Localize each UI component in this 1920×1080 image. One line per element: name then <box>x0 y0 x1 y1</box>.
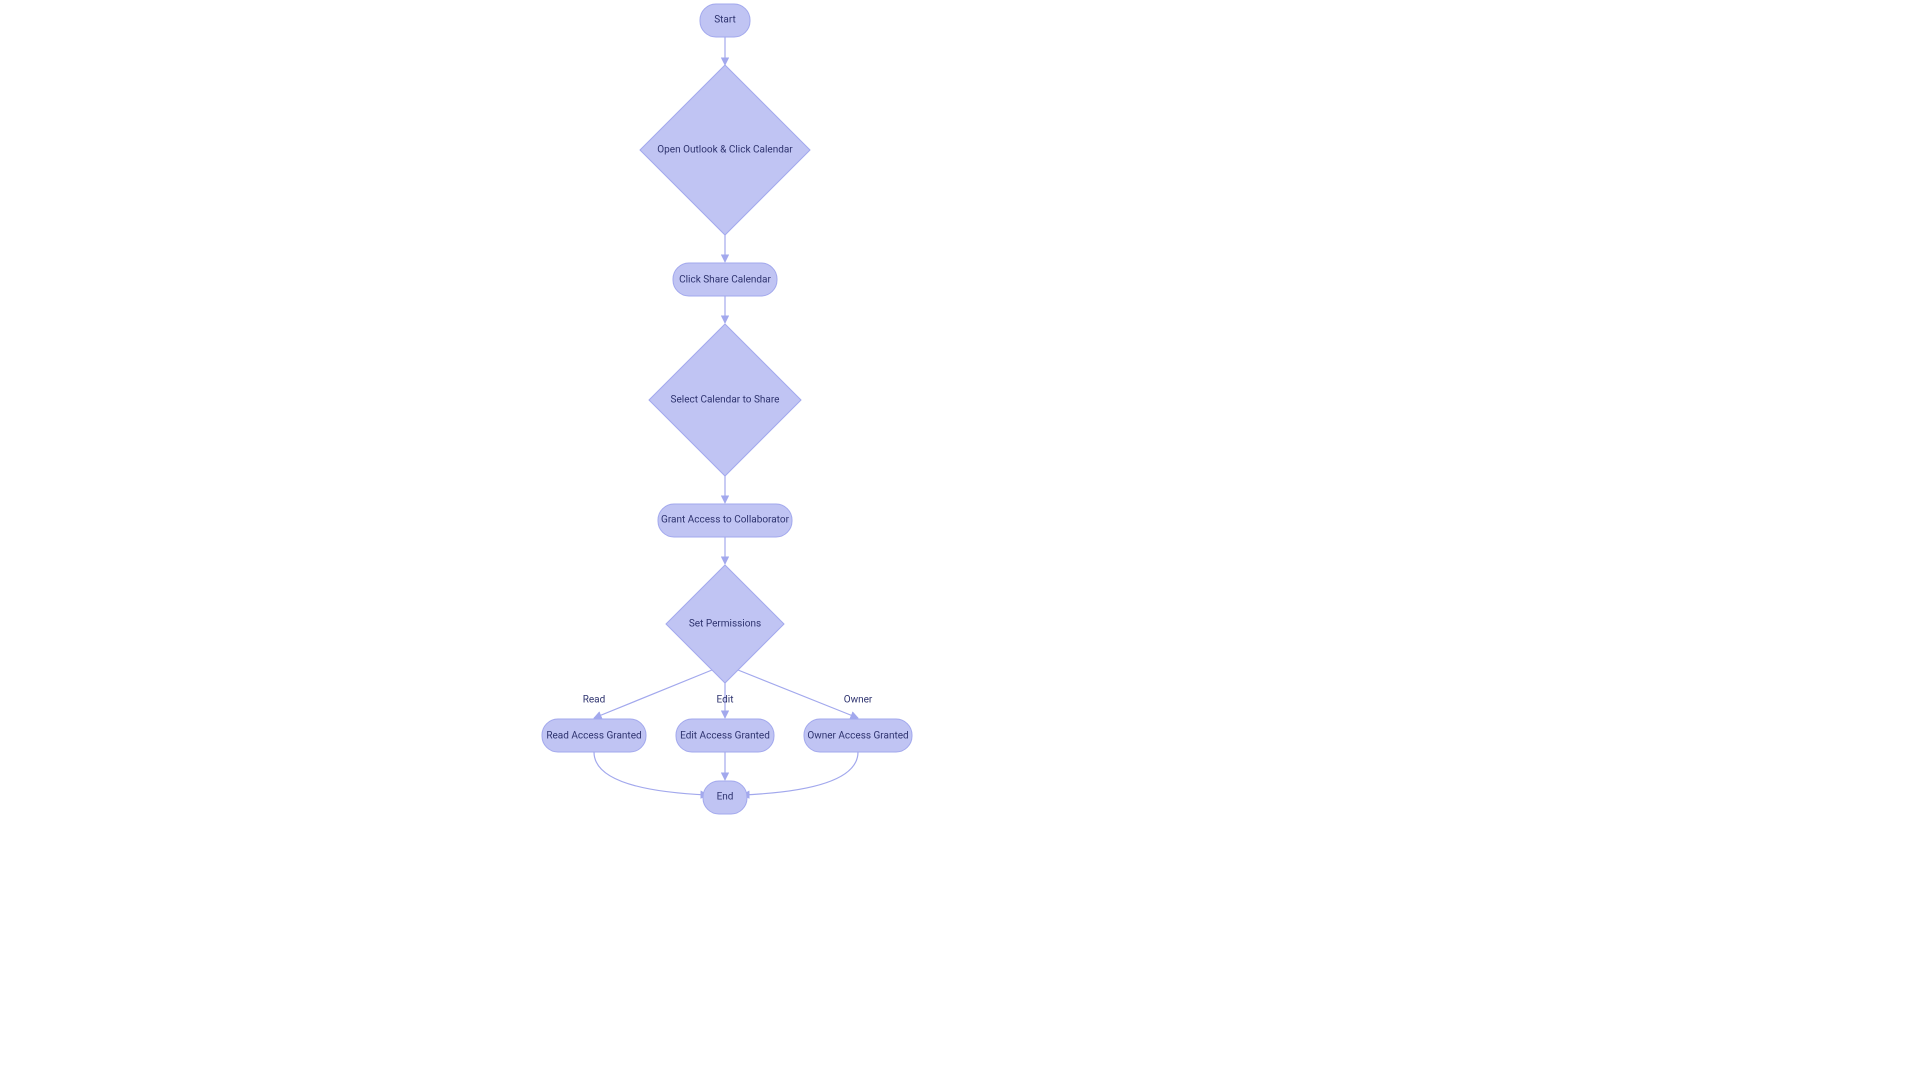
edge-label-read: Read <box>583 695 606 706</box>
node-edit-granted-label: Edit Access Granted <box>680 731 770 742</box>
node-read-granted-label: Read Access Granted <box>546 731 641 742</box>
node-grant-access-label: Grant Access to Collaborator <box>661 515 790 526</box>
node-click-share: Click Share Calendar <box>673 263 777 296</box>
node-owner-granted: Owner Access Granted <box>804 719 912 752</box>
node-start: Start <box>700 4 750 37</box>
node-select-calendar-label: Select Calendar to Share <box>671 395 780 406</box>
edge-label-owner: Owner <box>844 695 873 706</box>
edge-read-end <box>594 752 708 795</box>
node-open-outlook: Open Outlook & Click Calendar <box>640 65 810 235</box>
edge-label-edit: Edit <box>717 695 734 706</box>
node-end-label: End <box>717 792 734 803</box>
edge-setpermissions-read: Read <box>583 670 712 718</box>
node-set-permissions: Set Permissions <box>666 565 784 683</box>
edge-setpermissions-edit: Edit <box>717 683 734 718</box>
edge-owner-end <box>742 752 858 795</box>
node-read-granted: Read Access Granted <box>542 719 646 752</box>
node-select-calendar: Select Calendar to Share <box>649 324 801 476</box>
node-owner-granted-label: Owner Access Granted <box>807 731 908 742</box>
node-click-share-label: Click Share Calendar <box>679 275 771 286</box>
edge-setpermissions-owner: Owner <box>738 670 873 718</box>
node-grant-access: Grant Access to Collaborator <box>658 504 792 537</box>
node-open-outlook-label: Open Outlook & Click Calendar <box>657 145 793 156</box>
node-end: End <box>703 781 747 814</box>
node-set-permissions-label: Set Permissions <box>689 619 761 630</box>
node-edit-granted: Edit Access Granted <box>676 719 774 752</box>
node-start-label: Start <box>714 15 736 26</box>
